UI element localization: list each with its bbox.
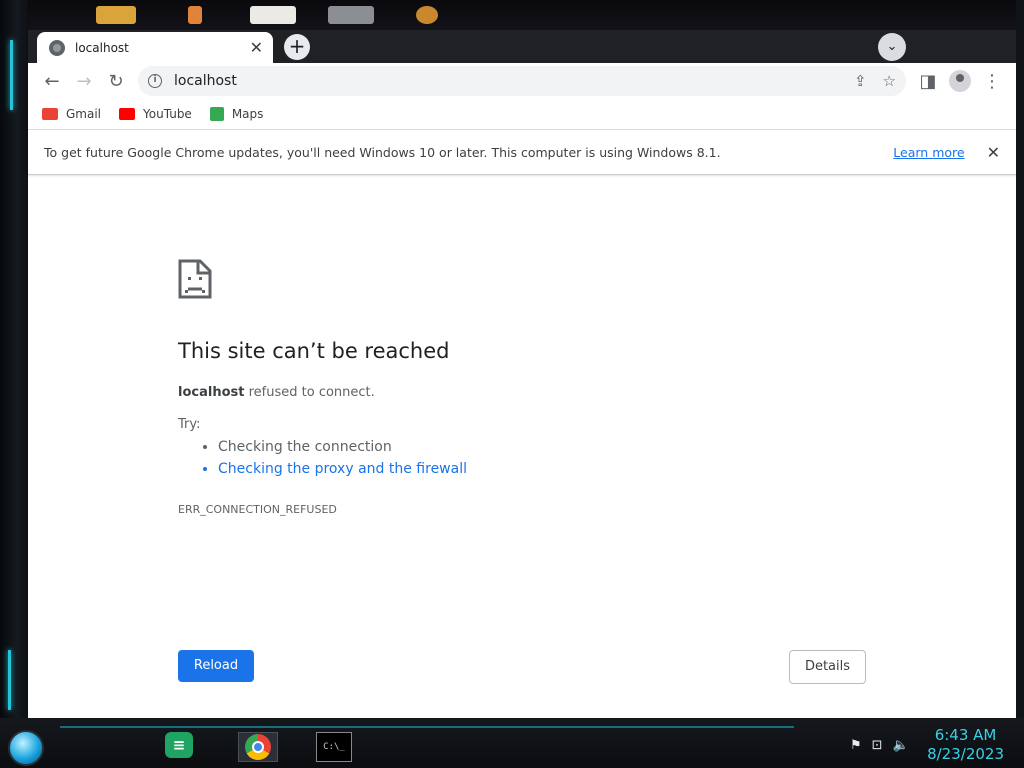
chrome-icon	[245, 734, 271, 760]
arrow-left-icon: ←	[44, 70, 60, 92]
desktop-glow	[10, 40, 13, 110]
arrow-right-icon: →	[76, 70, 92, 92]
taskbar-clock[interactable]: 6:43 AM 8/23/2023	[927, 726, 1004, 764]
desktop-top-strip	[0, 0, 1024, 30]
desktop-icon[interactable]	[416, 6, 438, 24]
learn-more-link[interactable]: Learn more	[893, 145, 964, 160]
forward-button[interactable]: →	[68, 65, 100, 97]
reload-toolbar-button[interactable]: ↻	[100, 65, 132, 97]
back-button[interactable]: ←	[36, 65, 68, 97]
desktop-icon[interactable]	[328, 6, 374, 24]
info-icon[interactable]: i	[148, 74, 162, 88]
details-button[interactable]: Details	[789, 650, 866, 684]
desktop-icon[interactable]	[96, 6, 136, 24]
desktop-glow	[8, 650, 11, 710]
suggestion-proxy-firewall-link[interactable]: Checking the proxy and the firewall	[218, 461, 467, 477]
error-host: localhost	[178, 385, 245, 400]
error-detail-text: refused to connect.	[244, 385, 375, 400]
avatar-icon	[949, 70, 971, 92]
tab-title: localhost	[75, 40, 129, 55]
tab-search-button[interactable]: ⌄	[878, 33, 906, 61]
maps-icon	[209, 107, 224, 121]
chrome-window: localhost ✕ + ⌄ ← → ↻ i localhost ⇪ ☆ ◨ …	[28, 30, 1016, 718]
youtube-icon	[119, 108, 136, 120]
bookmark-youtube[interactable]: YouTube	[119, 107, 192, 121]
chrome-taskbar-button[interactable]	[238, 732, 278, 762]
side-panel-button[interactable]: ◨	[912, 65, 944, 97]
desktop-right-edge	[1016, 0, 1024, 768]
tab-strip: localhost ✕ + ⌄	[28, 30, 1016, 63]
share-icon[interactable]: ⇪	[854, 72, 867, 90]
globe-icon	[49, 39, 65, 56]
star-icon[interactable]: ☆	[883, 72, 896, 90]
menu-button[interactable]: ⋮	[976, 65, 1008, 97]
desktop-icon[interactable]	[250, 6, 296, 24]
taskbar: ≡ C:\_ ⚑ ⊡ 🔈 6:43 AM 8/23/2023	[0, 718, 1024, 768]
new-tab-button[interactable]: +	[284, 34, 310, 60]
tab-localhost[interactable]: localhost ✕	[37, 32, 273, 63]
clock-time: 6:43 AM	[934, 726, 997, 744]
bookmarks-bar: Gmail YouTube Maps	[28, 99, 1016, 129]
reload-button[interactable]: Reload	[178, 650, 254, 682]
infobar-message: To get future Google Chrome updates, you…	[44, 144, 721, 160]
suggestion-list: Checking the connection Checking the pro…	[218, 439, 467, 483]
bookmark-maps[interactable]: Maps	[209, 107, 264, 121]
bookmark-label: YouTube	[143, 107, 192, 121]
url-text: localhost	[174, 73, 237, 89]
sad-document-icon	[178, 259, 212, 299]
side-panel-icon: ◨	[919, 70, 937, 92]
refresh-icon: ↻	[108, 70, 124, 92]
network-icon[interactable]: ⊡	[872, 738, 883, 753]
error-page: This site can’t be reached localhost ref…	[28, 175, 1016, 684]
command-prompt-taskbar-button[interactable]: C:\_	[316, 732, 352, 762]
volume-icon[interactable]: 🔈	[893, 738, 909, 753]
gmail-icon	[42, 108, 58, 120]
start-button[interactable]	[8, 730, 44, 766]
try-label: Try:	[178, 417, 201, 432]
bookmark-gmail[interactable]: Gmail	[42, 107, 101, 121]
sheets-taskbar-icon[interactable]: ≡	[165, 732, 193, 758]
address-bar[interactable]: i localhost ⇪ ☆	[138, 66, 906, 96]
desktop-left-edge	[0, 0, 28, 768]
kebab-menu-icon: ⋮	[983, 70, 1001, 92]
bookmark-label: Gmail	[66, 107, 102, 121]
taskbar-glow	[60, 726, 794, 728]
close-tab-icon[interactable]: ✕	[250, 38, 263, 57]
desktop-icon[interactable]	[188, 6, 202, 24]
update-infobar: To get future Google Chrome updates, you…	[28, 129, 1016, 175]
toolbar: ← → ↻ i localhost ⇪ ☆ ◨ ⋮	[28, 63, 1016, 99]
profile-button[interactable]	[944, 65, 976, 97]
clock-date: 8/23/2023	[927, 745, 1004, 763]
bookmark-label: Maps	[231, 107, 264, 121]
system-tray: ⚑ ⊡ 🔈	[850, 738, 909, 753]
flag-icon[interactable]: ⚑	[850, 738, 862, 753]
error-heading: This site can’t be reached	[178, 339, 450, 363]
error-detail: localhost refused to connect.	[178, 385, 375, 400]
close-infobar-icon[interactable]: ✕	[987, 143, 1000, 162]
error-code: ERR_CONNECTION_REFUSED	[178, 503, 337, 516]
suggestion-connection: Checking the connection	[218, 439, 467, 455]
